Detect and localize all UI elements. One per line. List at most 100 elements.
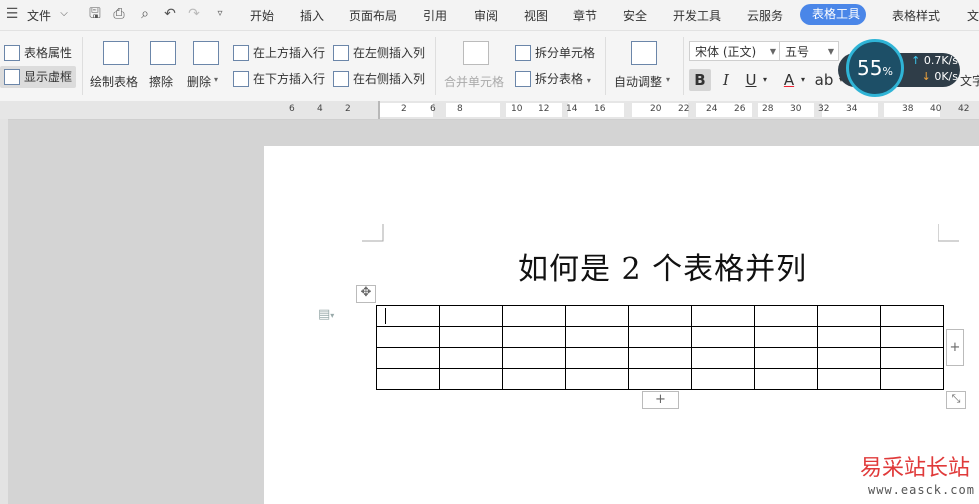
add-column-icon[interactable]: +	[946, 329, 964, 366]
table-cell[interactable]	[502, 368, 566, 390]
table-cell[interactable]	[502, 305, 566, 327]
italic-button[interactable]: I	[715, 69, 737, 91]
font-size-select[interactable]: 五号 ▼	[779, 41, 839, 61]
table-cell[interactable]	[880, 368, 944, 390]
table-cell[interactable]	[880, 326, 944, 348]
chevron-down-icon[interactable]: ▾	[760, 69, 770, 91]
document-title[interactable]: 如何是 2 个表格并列	[518, 244, 807, 288]
insert-row-below-button[interactable]: 在下方插入行	[233, 70, 325, 88]
insert-column-left-button[interactable]: 在左侧插入列	[333, 44, 425, 62]
table-cell[interactable]	[691, 368, 755, 390]
font-color-button[interactable]: A	[778, 69, 800, 91]
table-cell[interactable]	[439, 368, 503, 390]
table-cell[interactable]	[754, 326, 818, 348]
table-row	[376, 326, 944, 348]
table-cell[interactable]	[817, 347, 881, 369]
underline-button[interactable]: U	[740, 69, 762, 91]
table-cell[interactable]	[754, 305, 818, 327]
file-menu[interactable]: 文件	[27, 7, 51, 24]
table-cell[interactable]	[565, 368, 629, 390]
tab-view[interactable]: 视图	[524, 7, 548, 24]
table-cell[interactable]	[439, 305, 503, 327]
tab-insert[interactable]: 插入	[300, 7, 324, 24]
ruler-number: 14	[566, 104, 578, 114]
tab-references[interactable]: 引用	[423, 7, 447, 24]
hamburger-icon[interactable]: ☰	[4, 6, 20, 22]
table-cell[interactable]	[376, 368, 440, 390]
resize-table-icon[interactable]: ⤡	[946, 391, 966, 409]
chevron-down-icon[interactable]: ▾	[798, 69, 808, 91]
show-gridlines-button[interactable]: 显示虚框	[0, 66, 77, 88]
print-icon[interactable]: ⎙	[111, 6, 127, 22]
tab-review[interactable]: 审阅	[474, 7, 498, 24]
paragraph-options-icon[interactable]: ▤▾	[318, 307, 334, 322]
table-cell[interactable]	[376, 347, 440, 369]
arrow-up-icon: ↑	[911, 54, 921, 67]
save-icon[interactable]: 🖫	[87, 6, 103, 22]
move-table-icon[interactable]: ✥	[356, 285, 376, 303]
table-cell[interactable]	[817, 305, 881, 327]
auto-fit-button[interactable]: 自动调整 ▾	[614, 41, 676, 91]
table-cell[interactable]	[565, 305, 629, 327]
table-cell[interactable]	[565, 347, 629, 369]
chevron-down-icon: ▾	[586, 76, 591, 85]
tab-start[interactable]: 开始	[250, 7, 274, 24]
horizontal-ruler[interactable]: 6 4 2 2 6 8 10 12 14 16 20 22 24 26 28 3…	[0, 101, 979, 120]
table-cell[interactable]	[628, 368, 692, 390]
table-cell[interactable]	[439, 347, 503, 369]
undo-icon[interactable]: ↶	[162, 6, 178, 22]
table-cell[interactable]	[565, 326, 629, 348]
tab-developer[interactable]: 开发工具	[673, 7, 721, 24]
redo-icon[interactable]: ↷	[186, 6, 202, 22]
table[interactable]	[376, 305, 944, 390]
tab-table-style[interactable]: 表格样式	[892, 7, 940, 24]
tab-cloud[interactable]: 云服务	[747, 7, 783, 24]
insert-row-above-button[interactable]: 在上方插入行	[233, 44, 325, 62]
table-properties-button[interactable]: 表格属性	[4, 44, 72, 62]
highlight-button[interactable]: ab	[812, 69, 836, 91]
chevron-down-icon[interactable]: ⌵	[56, 6, 72, 22]
delete-button[interactable]: 删除 ▾	[187, 41, 225, 91]
table-cell[interactable]	[376, 326, 440, 348]
tab-page-layout[interactable]: 页面布局	[349, 7, 397, 24]
table-cell[interactable]	[880, 305, 944, 327]
ruler-number: 8	[457, 104, 463, 114]
table-cell[interactable]	[754, 347, 818, 369]
draw-table-button[interactable]: 绘制表格	[90, 41, 140, 91]
table-cell[interactable]	[439, 326, 503, 348]
ruler-number: 32	[818, 104, 830, 114]
bold-button[interactable]: B	[689, 69, 711, 91]
table-cell[interactable]	[691, 305, 755, 327]
table-cell[interactable]	[691, 326, 755, 348]
table-cell[interactable]	[502, 326, 566, 348]
table-properties-icon	[4, 44, 20, 61]
table-cell[interactable]	[817, 368, 881, 390]
table-cell[interactable]	[628, 326, 692, 348]
erase-button[interactable]: 擦除	[149, 41, 179, 91]
tab-chapter[interactable]: 章节	[573, 7, 597, 24]
table-cell[interactable]	[691, 347, 755, 369]
vertical-ruler[interactable]	[0, 119, 8, 504]
table-cell[interactable]	[502, 347, 566, 369]
text-direction-button[interactable]: 文字	[960, 72, 979, 89]
table-cell[interactable]	[754, 368, 818, 390]
ruler-number: 10	[511, 104, 523, 114]
table-cell[interactable]	[628, 305, 692, 327]
split-cells-button[interactable]: 拆分单元格	[515, 44, 595, 62]
tab-security[interactable]: 安全	[623, 7, 647, 24]
merge-cells-button[interactable]: 合并单元格	[444, 41, 506, 91]
insert-column-right-button[interactable]: 在右侧插入列	[333, 70, 425, 88]
table-cell[interactable]	[817, 326, 881, 348]
table-cell[interactable]	[628, 347, 692, 369]
table-cell[interactable]	[880, 347, 944, 369]
ruler-number: 26	[734, 104, 746, 114]
divider	[605, 37, 606, 95]
add-row-icon[interactable]: +	[642, 391, 679, 409]
split-table-button[interactable]: 拆分表格 ▾	[515, 70, 591, 88]
tab-table-tools[interactable]: 表格工具	[800, 4, 866, 25]
tab-text[interactable]: 文	[967, 7, 979, 24]
font-name-select[interactable]: 宋体 (正文) ▼	[689, 41, 781, 61]
network-speed-widget[interactable]: 55% ↑ 0.7K/s ↓ 0K/s	[838, 39, 960, 99]
print-preview-icon[interactable]: ⌕	[137, 6, 153, 22]
customize-icon[interactable]: ▿	[212, 6, 228, 22]
